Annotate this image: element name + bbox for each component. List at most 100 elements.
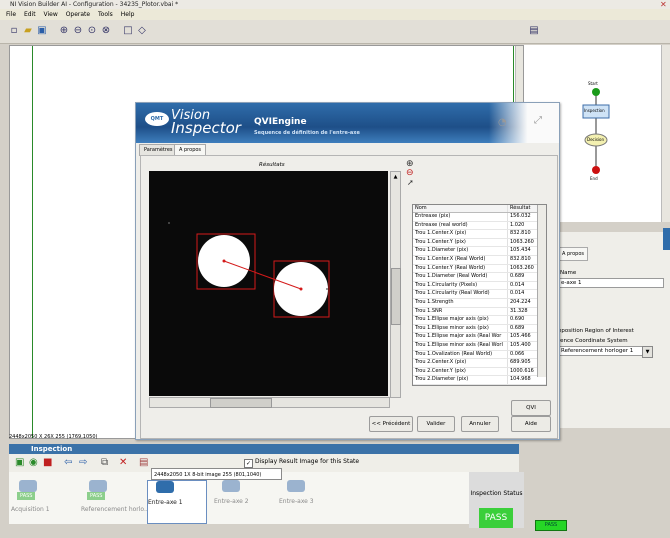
result-image[interactable] (149, 171, 388, 396)
move-right-icon[interactable]: ⇨ (79, 457, 87, 468)
table-row[interactable]: Trou 1.Ellipse minor axis (Real Worl 105.… (413, 341, 546, 351)
result-name: Trou 1.Strength (413, 298, 508, 307)
table-row[interactable]: Trou 1.Diameter (pix) 105.434 (413, 247, 546, 256)
result-name: Trou 1.Ovalization (Real World) (413, 350, 508, 359)
table-row[interactable]: Trou 2.Center.Y (pix) 1000.616 (413, 367, 546, 377)
state-card-acquisition[interactable]: PASS Acquisition 1 (11, 480, 69, 520)
name-field[interactable]: e-axe 1 (558, 278, 664, 288)
stop-icon[interactable]: ■ (43, 457, 52, 468)
image-title: Résultats (259, 162, 285, 168)
run-icon[interactable]: ▣ (15, 457, 24, 468)
properties-icon[interactable]: ▤ (139, 457, 148, 468)
tab-a-propos-right[interactable]: A propos (558, 247, 588, 261)
zoom-out-icon[interactable]: ⊖ (406, 168, 414, 178)
menu-file[interactable]: File (6, 9, 16, 20)
display-result-checkbox[interactable]: ✓ (244, 459, 253, 468)
table-row[interactable]: Trou 1.Ovalization (Real World) 0.066 (413, 350, 546, 360)
zoom-fit-icon[interactable]: ⊙ (86, 25, 98, 37)
delete-icon[interactable]: ✕ (119, 457, 127, 468)
zoom-out-icon[interactable]: ⊖ (72, 25, 84, 37)
image-hscrollbar[interactable] (149, 397, 390, 408)
panel-icon[interactable]: ▤ (528, 25, 540, 37)
table-row[interactable]: Trou 1.Circularity (Pixels) 0.014 (413, 281, 546, 291)
result-value: 104.968 (510, 376, 531, 383)
move-left-icon[interactable]: ⇦ (64, 457, 72, 468)
result-value: 1063.260 (510, 238, 534, 245)
rotated-rect-icon[interactable]: ◇ (136, 25, 148, 37)
zoom-in-icon[interactable]: ⊕ (58, 25, 70, 37)
table-row[interactable]: Trou 1.Center.Y (pix) 1063.260 (413, 238, 546, 248)
save-icon[interactable]: ▣ (36, 25, 48, 37)
close-icon[interactable]: ✕ (660, 0, 667, 9)
result-value: 0.689 (510, 273, 525, 280)
result-value: 105.400 (510, 341, 531, 348)
result-value: 31.328 (510, 307, 528, 314)
result-name: Entreaxe (real world) (413, 221, 508, 230)
inspection-status-title: Inspection Status (470, 490, 523, 497)
end-node[interactable] (592, 166, 600, 174)
state-card-entre-axe-2[interactable]: Entre-axe 2 (214, 480, 272, 520)
table-vscrollbar[interactable] (537, 205, 546, 377)
view-state-icon[interactable]: ⧉ (101, 457, 108, 468)
state-card-referencement[interactable]: PASS Referencement horlo... (81, 480, 150, 520)
table-row[interactable]: Trou 1.Strength 204.224 (413, 298, 546, 308)
qmt-logo-icon: QMT (145, 112, 169, 126)
column-header-name: Nom (413, 205, 508, 212)
table-row[interactable]: Trou 1.Center.Y (Real World) 1063.260 (413, 264, 546, 274)
result-name: Trou 1.Diameter (Real World) (413, 273, 508, 281)
result-name: Trou 1.Center.X (Real World) (413, 255, 508, 264)
table-header: Nom Résultat (413, 205, 546, 213)
step-icon[interactable]: ◉ (29, 457, 38, 468)
result-name: Trou 1.Ellipse minor axis (pix) (413, 324, 508, 333)
window-title: NI Vision Builder AI - Configuration - 3… (10, 1, 179, 8)
chevron-down-icon[interactable]: ▼ (642, 346, 653, 358)
table-row[interactable]: Trou 1.Center.X (pix) 832.810 (413, 230, 546, 239)
table-row[interactable]: Trou 1.Ellipse major axis (Real Wor 105.4… (413, 333, 546, 342)
table-row[interactable]: Trou 1.Center.X (Real World) 832.810 (413, 255, 546, 265)
display-result-label: Display Result Image for this State (255, 458, 360, 465)
qvi-button[interactable]: QVI (511, 400, 551, 416)
result-value: 0.014 (510, 281, 525, 288)
validate-button[interactable]: Valider (417, 416, 455, 432)
table-row[interactable]: Trou 1.Ellipse major axis (pix) 0.690 (413, 316, 546, 325)
previous-button[interactable]: << Précédent (369, 416, 413, 432)
flow-inspection-label: Inspection (584, 108, 605, 113)
qmt-logo-icon (222, 480, 240, 492)
result-name: Trou 1.Center.Y (Real World) (413, 264, 508, 273)
result-name: Trou 1.Circularity (Real World) (413, 290, 508, 298)
result-value: 105.434 (510, 247, 531, 254)
start-node[interactable] (592, 88, 600, 96)
table-row[interactable]: Trou 1.Circularity (Real World) 0.014 (413, 290, 546, 299)
state-card-entre-axe-3[interactable]: Entre-axe 3 (279, 480, 337, 520)
table-row[interactable]: Trou 1.SNR 31.328 (413, 307, 546, 317)
menu-tools[interactable]: Tools (98, 9, 113, 20)
open-folder-icon[interactable]: ▰ (22, 25, 34, 37)
menu-bar: File Edit View Operate Tools Help (0, 9, 670, 20)
table-row[interactable]: Trou 2.Diameter (pix) 104.968 (413, 376, 546, 385)
cancel-button[interactable]: Annuler (461, 416, 499, 432)
table-row[interactable]: Entreaxe (real world) 1.020 (413, 221, 546, 231)
coordinate-system-select[interactable]: Referencement horloger 1 (558, 346, 648, 356)
state-card-entre-axe-1[interactable]: Entre-axe 1 (147, 480, 207, 524)
engine-subtitle: Sequence de définition de l'entre-axe (254, 130, 360, 136)
menu-view[interactable]: View (44, 9, 58, 20)
table-row[interactable]: Entreaxe (pix) 156.032 (413, 213, 546, 222)
table-row[interactable]: Trou 2.Center.X (pix) 689.905 (413, 359, 546, 368)
table-row[interactable]: Trou 1.Ellipse minor axis (pix) 0.689 (413, 324, 546, 334)
help-button[interactable]: Aide (511, 416, 551, 432)
result-value: 0.066 (510, 350, 525, 357)
expand-icon[interactable]: ⤢ (534, 115, 542, 126)
rectangle-tool-icon[interactable]: □ (122, 25, 134, 37)
name-label: Name (560, 270, 577, 276)
results-table: Nom Résultat Entreaxe (pix) 156.032 Entre… (412, 204, 547, 386)
flowchart-scrollbar[interactable] (661, 45, 670, 222)
menu-operate[interactable]: Operate (66, 9, 90, 20)
image-vscrollbar[interactable]: ▲ (390, 171, 401, 398)
pointer-icon[interactable]: ➚ (407, 178, 414, 187)
table-row[interactable]: Trou 1.Diameter (Real World) 0.689 (413, 273, 546, 282)
zoom-region-icon[interactable]: ⊗ (100, 25, 112, 37)
result-value: 1000.616 (510, 367, 534, 374)
new-icon[interactable]: ▫ (8, 25, 20, 37)
menu-help[interactable]: Help (121, 9, 135, 20)
menu-edit[interactable]: Edit (24, 9, 36, 20)
